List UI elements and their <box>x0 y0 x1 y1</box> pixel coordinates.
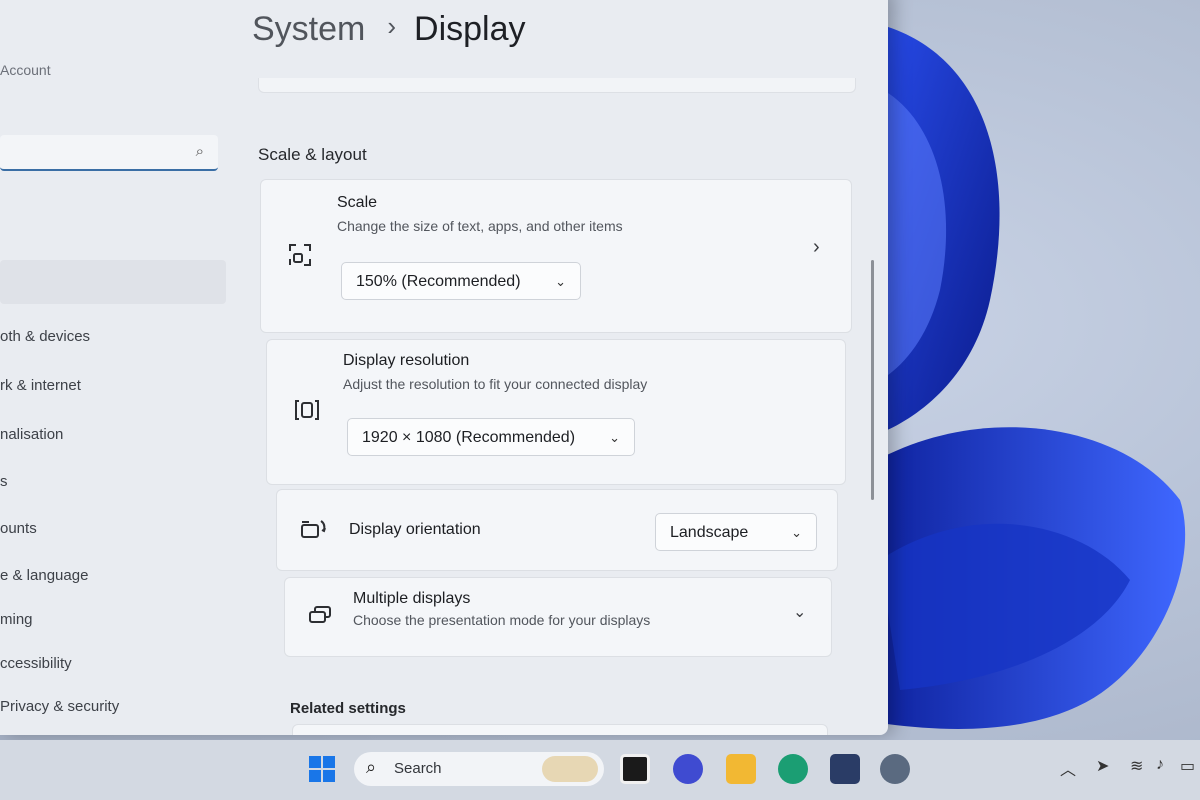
multiple-displays-card[interactable]: Multiple displays Choose the presentatio… <box>284 577 832 657</box>
task-view-icon[interactable] <box>620 754 650 784</box>
search-icon: ⌕ <box>366 757 377 777</box>
resolution-subtitle: Adjust the resolution to fit your connec… <box>343 376 648 392</box>
content-scrollbar[interactable] <box>871 260 874 500</box>
page-title: Display <box>414 10 526 48</box>
multiple-displays-icon <box>309 606 331 623</box>
resolution-dropdown[interactable]: 1920 × 1080 (Recommended) ⌄ <box>347 418 635 456</box>
wifi-icon[interactable]: ≋ <box>1130 756 1143 776</box>
breadcrumb-parent[interactable]: System <box>252 10 365 48</box>
sidebar-item-system-selected[interactable] <box>0 260 226 304</box>
sidebar-item-accounts[interactable]: ounts <box>0 520 37 537</box>
microsoft-store-icon[interactable] <box>830 754 860 784</box>
teams-chat-icon[interactable] <box>673 754 703 784</box>
orientation-dropdown[interactable]: Landscape ⌄ <box>655 513 817 551</box>
scale-dropdown[interactable]: 150% (Recommended) ⌄ <box>341 262 581 300</box>
taskbar-search-box[interactable]: ⌕ Search <box>354 752 604 786</box>
orientation-dropdown-value: Landscape <box>670 524 749 541</box>
chevron-down-icon: ⌄ <box>609 430 620 445</box>
sidebar-item-time-language[interactable]: e & language <box>0 567 88 584</box>
search-highlight-image <box>542 756 598 782</box>
chevron-down-icon: ⌄ <box>555 274 566 289</box>
section-title-related-settings: Related settings <box>290 700 406 717</box>
resolution-dropdown-value: 1920 × 1080 (Recommended) <box>362 429 576 446</box>
related-settings-card[interactable] <box>292 724 828 735</box>
display-resolution-card: Display resolution Adjust the resolution… <box>266 339 846 485</box>
settings-sidebar: Account ⌕ oth & devices rk & internet na… <box>0 0 240 735</box>
sidebar-item-windows-update[interactable]: s <box>0 732 8 735</box>
multiple-displays-title: Multiple displays <box>353 590 471 607</box>
sidebar-item-accessibility[interactable]: ccessibility <box>0 655 72 672</box>
scale-icon <box>289 244 311 266</box>
orientation-icon <box>301 520 326 538</box>
previous-card-bottom <box>258 78 856 93</box>
orientation-title: Display orientation <box>349 521 481 538</box>
battery-icon[interactable]: ▭ <box>1180 756 1195 776</box>
search-icon: ⌕ <box>195 143 204 160</box>
breadcrumb: System › Display <box>252 10 526 49</box>
edge-browser-icon[interactable] <box>778 754 808 784</box>
taskbar-search-label: Search <box>394 760 442 777</box>
breadcrumb-separator: › <box>387 11 397 41</box>
chevron-down-icon[interactable]: ⌄ <box>793 602 806 622</box>
sidebar-item-personalisation[interactable]: nalisation <box>0 426 63 443</box>
sidebar-item-network[interactable]: rk & internet <box>0 377 81 394</box>
sidebar-item-privacy-security[interactable]: Privacy & security <box>0 698 119 715</box>
sidebar-item-gaming[interactable]: ming <box>0 611 33 628</box>
windows-start-icon[interactable] <box>307 754 337 784</box>
settings-window: Account ⌕ oth & devices rk & internet na… <box>0 0 888 735</box>
chevron-down-icon: ⌄ <box>791 525 802 540</box>
tray-chevron-up-icon[interactable]: ︿ <box>1060 756 1076 780</box>
account-label: Account <box>0 62 51 78</box>
chevron-right-icon[interactable]: › <box>813 236 820 259</box>
resolution-title: Display resolution <box>343 352 470 369</box>
scale-dropdown-value: 150% (Recommended) <box>356 273 521 290</box>
settings-gear-icon[interactable] <box>880 754 910 784</box>
scale-card[interactable]: Scale Change the size of text, apps, and… <box>260 179 852 333</box>
scale-subtitle: Change the size of text, apps, and other… <box>337 218 623 234</box>
sidebar-item-bluetooth[interactable]: oth & devices <box>0 328 90 345</box>
multiple-displays-subtitle: Choose the presentation mode for your di… <box>353 612 651 628</box>
file-explorer-icon[interactable] <box>726 754 756 784</box>
location-icon: ➤ <box>1096 758 1110 775</box>
resolution-icon <box>295 400 319 420</box>
section-title-scale-layout: Scale & layout <box>258 145 367 164</box>
volume-icon[interactable]: ♪ <box>1156 756 1164 774</box>
settings-search-input[interactable]: ⌕ <box>0 135 218 171</box>
sidebar-item-apps[interactable]: s <box>0 473 8 490</box>
wallpaper-bloom <box>860 20 1186 729</box>
scale-title: Scale <box>337 194 378 211</box>
display-orientation-card: Display orientation Landscape ⌄ <box>276 489 838 571</box>
